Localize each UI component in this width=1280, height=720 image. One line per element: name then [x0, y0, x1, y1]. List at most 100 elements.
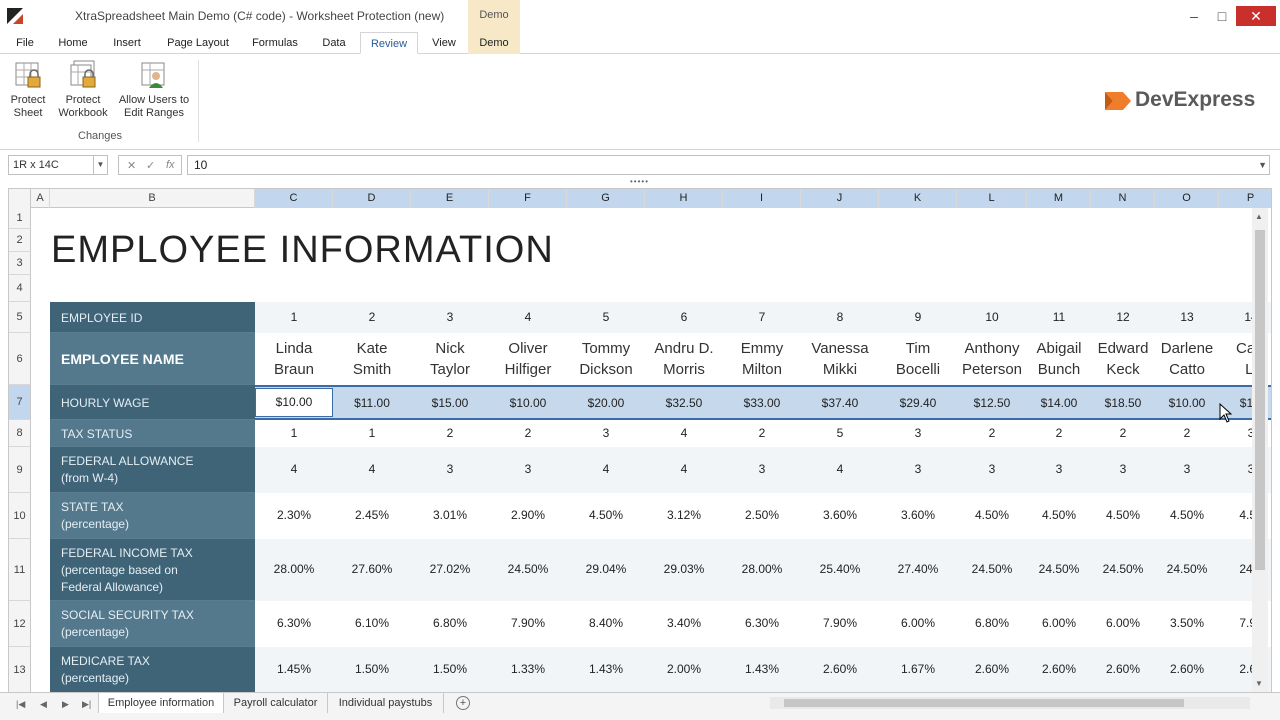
column-header-n[interactable]: N — [1091, 189, 1155, 208]
column-header-l[interactable]: L — [957, 189, 1027, 208]
cell-allowance[interactable]: 3 — [411, 462, 489, 476]
cell-ss[interactable]: 6.00% — [1091, 616, 1155, 630]
chevron-down-icon[interactable]: ▼ — [93, 156, 107, 174]
cell-employee-name[interactable]: Nick Taylor — [411, 338, 489, 380]
cell-employee-name[interactable]: Edward Keck — [1091, 338, 1155, 380]
cell-ss[interactable]: 7.90% — [489, 616, 567, 630]
tab-page-layout[interactable]: Page Layout — [160, 35, 236, 54]
cell-employee-name[interactable]: Tommy Dickson — [567, 338, 645, 380]
protect-workbook-button[interactable]: Protect Workbook — [56, 60, 110, 120]
cell-fed[interactable]: 28.00% — [255, 562, 333, 576]
sheet-tab-employee-information[interactable]: Employee information — [98, 693, 224, 713]
cell-allowance[interactable]: 4 — [255, 462, 333, 476]
cell-tax-status[interactable]: 1 — [255, 426, 333, 440]
cell-allowance[interactable]: 4 — [801, 462, 879, 476]
cell-med[interactable]: 1.50% — [411, 662, 489, 676]
cell-id[interactable]: 7 — [723, 310, 801, 324]
fx-icon[interactable]: fx — [166, 159, 175, 171]
cell-state[interactable]: 4.50% — [1027, 508, 1091, 522]
column-header-p[interactable]: P — [1219, 189, 1271, 208]
cell-wage[interactable]: $10.00 — [1155, 396, 1219, 410]
cancel-icon[interactable]: ✕ — [127, 159, 136, 172]
cell-med[interactable]: 1.67% — [879, 662, 957, 676]
cell-tax-status[interactable]: 2 — [957, 426, 1027, 440]
cell-ss[interactable]: 3.50% — [1155, 616, 1219, 630]
cell-fed[interactable]: 29.04% — [567, 562, 645, 576]
cell-allowance[interactable]: 3 — [1155, 462, 1219, 476]
cell-fed[interactable]: 27.02% — [411, 562, 489, 576]
cell-wage[interactable]: $37.40 — [801, 396, 879, 410]
cell-wage[interactable]: $20.00 — [567, 396, 645, 410]
cell-fed[interactable]: 25.40% — [801, 562, 879, 576]
cell-fed[interactable]: 28.00% — [723, 562, 801, 576]
column-header-m[interactable]: M — [1027, 189, 1091, 208]
worksheet-grid[interactable]: A B C D E F G H I J K L M N O P 1 2 3 4 … — [8, 188, 1272, 694]
expand-formula-icon[interactable]: ▼ — [1258, 156, 1267, 174]
cell-wage[interactable]: $32.50 — [645, 396, 723, 410]
scroll-down-icon[interactable]: ▼ — [1255, 679, 1263, 688]
cell-med[interactable]: 1.50% — [333, 662, 411, 676]
cell-wage[interactable]: $10.00 — [255, 388, 333, 417]
cell-state[interactable]: 2.30% — [255, 508, 333, 522]
column-header-e[interactable]: E — [411, 189, 489, 208]
cell-id[interactable]: 2 — [333, 310, 411, 324]
cell-id[interactable]: 6 — [645, 310, 723, 324]
cell-allowance[interactable]: 3 — [879, 462, 957, 476]
next-sheet-icon[interactable]: ▶ — [62, 699, 69, 710]
cell-fed[interactable]: 27.40% — [879, 562, 957, 576]
last-sheet-icon[interactable]: ▶| — [82, 699, 91, 710]
cell-allowance[interactable]: 3 — [723, 462, 801, 476]
add-sheet-icon[interactable]: + — [456, 696, 470, 710]
cell-med[interactable]: 1.45% — [255, 662, 333, 676]
row-header-13[interactable]: 13 — [9, 647, 31, 693]
column-header-i[interactable]: I — [723, 189, 801, 208]
cell-state[interactable]: 4.50% — [567, 508, 645, 522]
cell-tax-status[interactable]: 3 — [567, 426, 645, 440]
cell-employee-name[interactable]: Oliver Hilfiger — [489, 338, 567, 380]
row-header-8[interactable]: 8 — [9, 420, 31, 447]
row-header-1[interactable]: 1 — [9, 208, 31, 229]
allow-edit-ranges-button[interactable]: Allow Users to Edit Ranges — [116, 60, 192, 120]
cell-tax-status[interactable]: 2 — [1027, 426, 1091, 440]
cell-fed[interactable]: 24.50% — [1155, 562, 1219, 576]
column-header-j[interactable]: J — [801, 189, 879, 208]
vertical-scrollbar[interactable]: ▲ ▼ — [1252, 208, 1268, 692]
cell-ss[interactable]: 8.40% — [567, 616, 645, 630]
cell-employee-name[interactable]: Vanessa Mikki — [801, 338, 879, 380]
horizontal-scroll-thumb[interactable] — [784, 699, 1184, 707]
cell-state[interactable]: 2.45% — [333, 508, 411, 522]
cell-med[interactable]: 2.60% — [801, 662, 879, 676]
cell-wage[interactable]: $11.00 — [333, 396, 411, 410]
cell-tax-status[interactable]: 2 — [489, 426, 567, 440]
cell-ss[interactable]: 6.00% — [1027, 616, 1091, 630]
row-header-7[interactable]: 7 — [9, 385, 31, 420]
cell-med[interactable]: 1.33% — [489, 662, 567, 676]
cell-med[interactable]: 2.60% — [1155, 662, 1219, 676]
row-header-4[interactable]: 4 — [9, 275, 31, 302]
cell-id[interactable]: 8 — [801, 310, 879, 324]
cell-fed[interactable]: 24.50% — [1027, 562, 1091, 576]
cell-employee-name[interactable]: Anthony Peterson — [957, 338, 1027, 380]
cell-fed[interactable]: 24.50% — [489, 562, 567, 576]
column-header-o[interactable]: O — [1155, 189, 1219, 208]
cell-allowance[interactable]: 3 — [489, 462, 567, 476]
cell-employee-name[interactable]: Abigail Bunch — [1027, 338, 1091, 380]
cell-med[interactable]: 2.60% — [957, 662, 1027, 676]
cell-allowance[interactable]: 4 — [567, 462, 645, 476]
cell-id[interactable]: 3 — [411, 310, 489, 324]
column-header-f[interactable]: F — [489, 189, 567, 208]
cell-wage[interactable]: $15.00 — [411, 396, 489, 410]
cell-wage[interactable]: $29.40 — [879, 396, 957, 410]
cell-employee-name[interactable]: Emmy Milton — [723, 338, 801, 380]
column-header-c[interactable]: C — [255, 189, 333, 208]
cell-state[interactable]: 3.60% — [879, 508, 957, 522]
cell-ss[interactable]: 6.80% — [957, 616, 1027, 630]
row-header-9[interactable]: 9 — [9, 447, 31, 493]
maximize-button[interactable]: □ — [1208, 6, 1236, 26]
cell-med[interactable]: 2.60% — [1091, 662, 1155, 676]
cell-id[interactable]: 5 — [567, 310, 645, 324]
close-button[interactable]: ✕ — [1236, 6, 1276, 26]
cell-fed[interactable]: 27.60% — [333, 562, 411, 576]
select-all-corner[interactable] — [9, 189, 31, 208]
tab-home[interactable]: Home — [52, 35, 94, 54]
